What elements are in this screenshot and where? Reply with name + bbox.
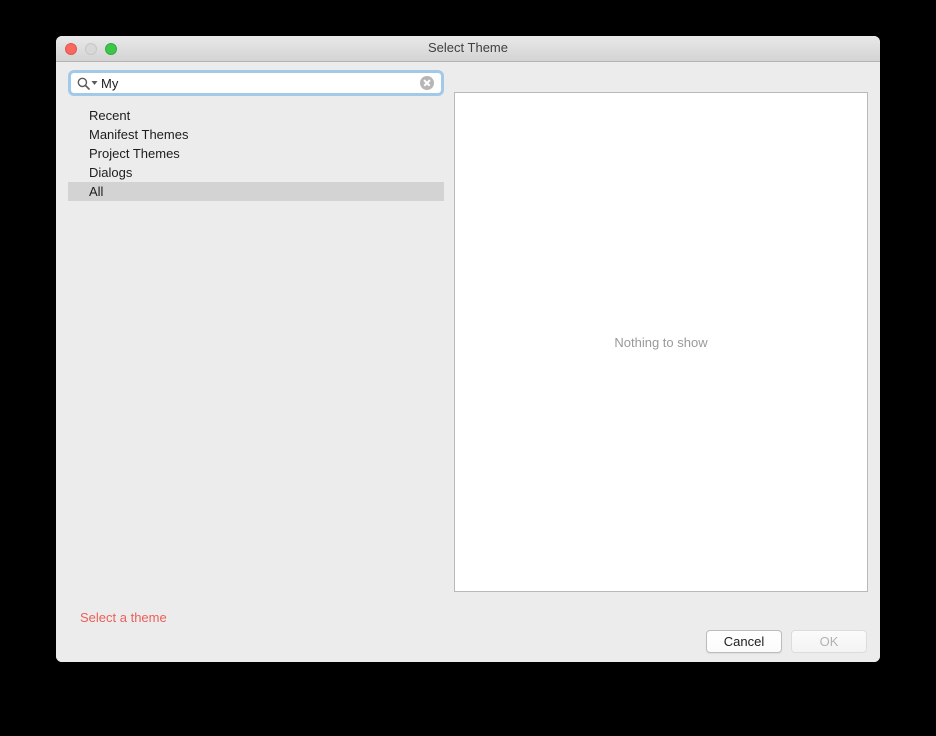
list-item-project-themes[interactable]: Project Themes (68, 144, 444, 163)
validation-message: Select a theme (80, 610, 167, 625)
list-item-manifest-themes[interactable]: Manifest Themes (68, 125, 444, 144)
ok-button[interactable]: OK (791, 630, 867, 653)
category-list[interactable]: Recent Manifest Themes Project Themes Di… (68, 106, 444, 201)
list-item-dialogs[interactable]: Dialogs (68, 163, 444, 182)
clear-icon[interactable] (420, 76, 434, 90)
list-item-all[interactable]: All (68, 182, 444, 201)
search-field[interactable]: My (68, 70, 444, 96)
chevron-down-icon (91, 81, 98, 85)
title-bar[interactable]: Select Theme (56, 36, 880, 62)
preview-panel: Nothing to show (454, 92, 868, 592)
screen: Select Theme My Recent Manifest Themes P… (0, 0, 936, 736)
preview-empty-message: Nothing to show (614, 334, 708, 350)
cancel-button[interactable]: Cancel (706, 630, 782, 653)
window-title: Select Theme (428, 40, 508, 55)
search-field-inner: My (77, 73, 437, 93)
select-theme-dialog: Select Theme My Recent Manifest Themes P… (56, 36, 880, 662)
dialog-footer: Cancel OK (706, 630, 867, 653)
search-input[interactable]: My (101, 76, 420, 91)
search-icon[interactable] (77, 77, 98, 90)
dialog-body: My Recent Manifest Themes Project Themes… (56, 62, 880, 662)
list-item-recent[interactable]: Recent (68, 106, 444, 125)
